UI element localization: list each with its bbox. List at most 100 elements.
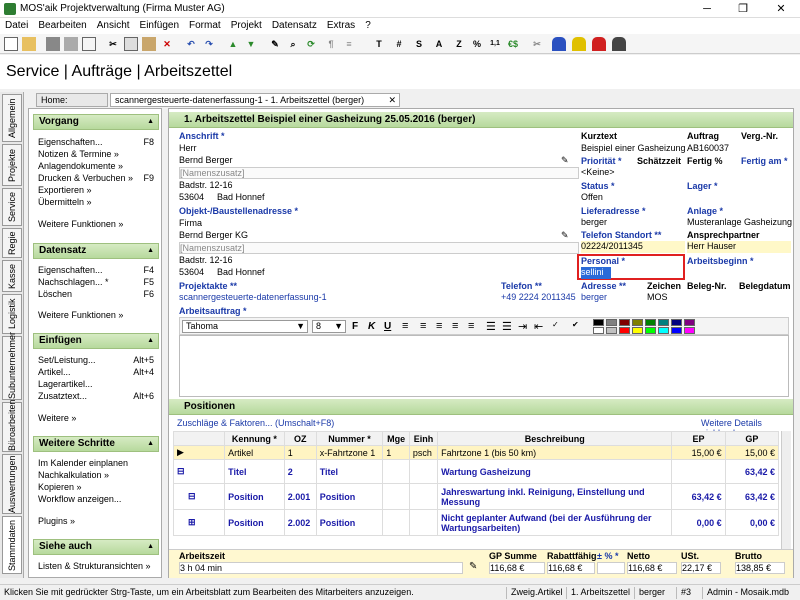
objekt-edit-icon[interactable]: ✎ bbox=[561, 230, 575, 242]
tab-home[interactable]: Home: Startseite bbox=[36, 93, 108, 117]
cell[interactable]: Nicht geplanter Aufwand (bei der Ausführ… bbox=[437, 509, 673, 536]
lieferadresse-field[interactable]: berger bbox=[581, 217, 685, 229]
ansprechpartner-field[interactable]: Herr Hauser bbox=[687, 241, 791, 253]
sidebar-item[interactable]: Lagerartikel... bbox=[38, 379, 158, 390]
sidebar-group-einfuegen[interactable]: Einfügen bbox=[33, 333, 159, 349]
cell[interactable]: 63,42 € bbox=[724, 459, 780, 484]
cell[interactable]: Jahreswartung inkl. Reinigung, Einstellu… bbox=[437, 483, 673, 510]
sidebar-item[interactable]: Löschen F6 bbox=[38, 289, 158, 300]
cell[interactable]: Fahrtzone 1 (bis 50 km) bbox=[437, 445, 673, 460]
delete-icon[interactable]: ✕ bbox=[160, 37, 174, 51]
cell[interactable]: 1 bbox=[382, 445, 410, 460]
indent-icon[interactable]: ⇥ bbox=[518, 320, 527, 333]
color-swatch[interactable] bbox=[606, 327, 617, 334]
vtab-regie[interactable]: Regie bbox=[2, 228, 22, 258]
sidebar-item[interactable]: Eigenschaften... F4 bbox=[38, 265, 158, 276]
vtab-service[interactable]: Service bbox=[2, 188, 22, 226]
sidebar-item[interactable]: Artikel... Alt+4 bbox=[38, 367, 158, 378]
objekt-plz-field[interactable]: 53604 bbox=[179, 267, 215, 279]
objekt-name-field[interactable]: Bernd Berger KG bbox=[179, 230, 569, 242]
tab-close-icon[interactable]: ✕ bbox=[388, 94, 396, 106]
expand-icon[interactable]: ⊟ bbox=[172, 459, 226, 484]
abc-icon[interactable]: ✔ bbox=[572, 320, 579, 329]
cell[interactable]: Position bbox=[224, 483, 285, 510]
sidebar-more[interactable]: Weitere » bbox=[38, 413, 158, 424]
color-swatch[interactable] bbox=[658, 327, 669, 334]
align-right-icon[interactable]: ≡ bbox=[452, 320, 458, 332]
auftrag-field[interactable]: AB160037 bbox=[687, 143, 737, 155]
sum-button[interactable]: S bbox=[412, 37, 426, 51]
align-left-icon[interactable]: ≡ bbox=[420, 320, 426, 332]
cell[interactable]: Wartung Gasheizung bbox=[437, 459, 673, 484]
menu-extras[interactable]: Extras bbox=[322, 18, 360, 33]
sidebar-item[interactable]: Im Kalender einplanen bbox=[38, 458, 158, 469]
column-header[interactable]: Mge bbox=[382, 431, 410, 446]
objekt-strasse-field[interactable]: Badstr. 12-16 bbox=[179, 255, 579, 267]
table-scrollbar[interactable] bbox=[781, 431, 791, 549]
sidebar-item[interactable]: Anlagendokumente » bbox=[38, 161, 158, 172]
number-button[interactable]: # bbox=[392, 37, 406, 51]
cell[interactable]: 63,42 € bbox=[724, 483, 780, 510]
cell[interactable]: 2.001 bbox=[283, 483, 317, 510]
restore-button[interactable]: ❐ bbox=[728, 1, 758, 17]
cell[interactable] bbox=[671, 459, 726, 484]
table-row[interactable]: ▶ Artikel 1 x-Fahrtzone 1 1 psch Fahrtzo… bbox=[172, 445, 780, 460]
projektakte-link[interactable]: scannergesteuerte-datenerfassung-1 bbox=[179, 292, 479, 304]
menu-einfuegen[interactable]: Einfügen bbox=[135, 18, 184, 33]
cell[interactable]: 15,00 € bbox=[724, 445, 780, 460]
size-select[interactable]: 8 ▼ bbox=[312, 320, 346, 333]
bold-button[interactable]: F bbox=[352, 321, 358, 332]
align-center-icon[interactable]: ≡ bbox=[436, 320, 442, 332]
table-row[interactable]: ⊟ Titel 2 Titel Wartung Gasheizung 63,42… bbox=[172, 459, 780, 484]
kurztext-field[interactable]: Beispiel einer Gasheizung bbox=[581, 143, 686, 155]
italic-button[interactable]: K bbox=[368, 321, 375, 332]
prioritaet-field[interactable]: <Keine> bbox=[581, 167, 637, 179]
font-select[interactable]: Tahoma ▼ bbox=[182, 320, 308, 333]
zuschlaege-link[interactable]: Zuschläge & Faktoren... (Umschalt+F8) bbox=[177, 418, 334, 428]
column-header[interactable]: Kennung * bbox=[224, 431, 285, 446]
spellcheck-icon[interactable]: ✓ bbox=[552, 320, 559, 329]
user-red-icon[interactable] bbox=[592, 37, 606, 51]
cell[interactable]: Titel bbox=[315, 459, 384, 484]
column-header[interactable]: Einh bbox=[408, 431, 439, 446]
numbered-list-icon[interactable]: ☰ bbox=[502, 320, 512, 333]
down-icon[interactable]: ▼ bbox=[244, 37, 258, 51]
arbeitsauftrag-editor[interactable] bbox=[179, 335, 789, 397]
z-button[interactable]: Z bbox=[452, 37, 466, 51]
anlage-field[interactable]: Musteranlage Gasheizung bbox=[687, 217, 792, 229]
sidebar-group-siehe[interactable]: Siehe auch bbox=[33, 539, 159, 555]
print-preview-icon[interactable] bbox=[64, 37, 78, 51]
paste-icon[interactable] bbox=[142, 37, 156, 51]
address-edit-icon[interactable]: ✎ bbox=[561, 155, 575, 167]
sidebar-more[interactable]: Weitere Funktionen » bbox=[38, 219, 158, 230]
sidebar-group-vorgang[interactable]: Vorgang bbox=[33, 114, 159, 130]
menu-datei[interactable]: Datei bbox=[0, 18, 33, 33]
color-swatch[interactable] bbox=[645, 327, 656, 334]
telefon-standort-field[interactable]: 02224/2011345 bbox=[581, 241, 685, 253]
copy-icon[interactable] bbox=[124, 37, 138, 51]
column-header[interactable]: Nummer * bbox=[315, 431, 384, 446]
cell[interactable]: Titel bbox=[224, 459, 285, 484]
sidebar-item[interactable]: Nachschlagen... * F5 bbox=[38, 277, 158, 288]
percent-button[interactable]: % bbox=[470, 37, 484, 51]
column-header[interactable]: Beschreibung bbox=[437, 431, 673, 446]
table-row[interactable]: ⊟ Position 2.001 Position Jahreswartung … bbox=[172, 483, 780, 510]
anrede-field[interactable]: Herr bbox=[179, 143, 579, 155]
cell[interactable]: 15,00 € bbox=[671, 445, 726, 460]
vtab-stammdaten[interactable]: Stammdaten bbox=[2, 516, 22, 574]
find-icon[interactable]: ⌕ bbox=[286, 37, 300, 51]
menu-projekt[interactable]: Projekt bbox=[226, 18, 267, 33]
color-swatch[interactable] bbox=[632, 319, 643, 326]
cell[interactable]: Position bbox=[224, 509, 285, 536]
a-button[interactable]: A bbox=[432, 37, 446, 51]
cell[interactable]: Position bbox=[315, 509, 384, 536]
name-field[interactable]: Bernd Berger bbox=[179, 155, 569, 167]
user-yellow-icon[interactable] bbox=[572, 37, 586, 51]
cell[interactable] bbox=[408, 459, 439, 484]
cell[interactable] bbox=[408, 483, 439, 510]
cell[interactable]: x-Fahrtzone 1 bbox=[315, 445, 384, 460]
color-swatch[interactable] bbox=[684, 327, 695, 334]
edit-icon[interactable]: ✎ bbox=[268, 37, 282, 51]
vtab-bueroarbeiten[interactable]: Büroarbeiten bbox=[2, 399, 22, 452]
zeichen-field[interactable]: MOS bbox=[647, 292, 685, 304]
